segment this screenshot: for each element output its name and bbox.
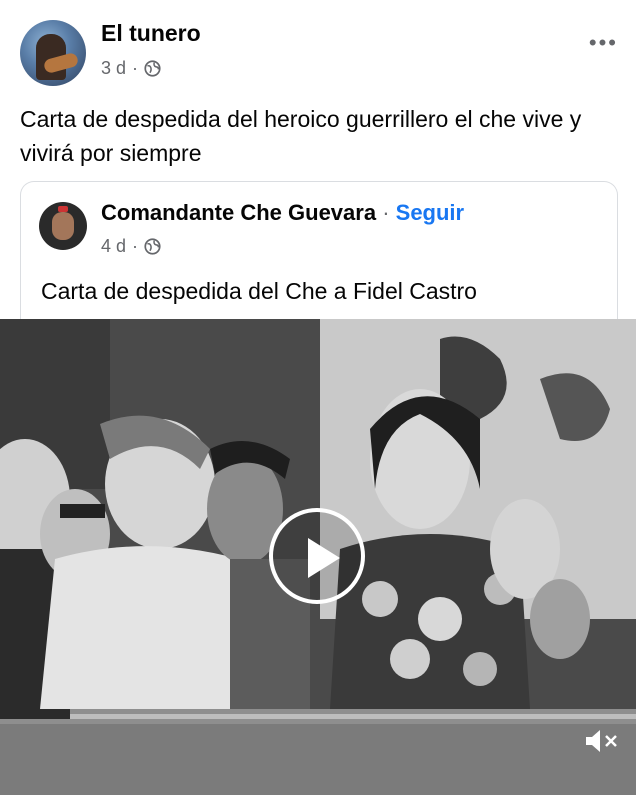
follow-button[interactable]: Seguir bbox=[396, 200, 464, 225]
globe-icon bbox=[144, 238, 161, 255]
avatar-face bbox=[52, 212, 74, 240]
bottom-divider bbox=[0, 795, 636, 800]
separator-dot: · bbox=[376, 200, 396, 225]
shared-author-name[interactable]: Comandante Che Guevara bbox=[101, 200, 376, 225]
play-icon bbox=[308, 538, 340, 578]
shared-author-avatar[interactable] bbox=[39, 202, 87, 250]
globe-icon bbox=[144, 60, 161, 77]
meta-dot: · bbox=[132, 58, 139, 78]
avatar-star bbox=[58, 206, 68, 212]
shared-post-text: Carta de despedida del Che a Fidel Castr… bbox=[41, 278, 477, 304]
author-avatar[interactable] bbox=[20, 20, 86, 86]
post-time[interactable]: 3 d bbox=[101, 58, 126, 79]
shared-author-line: Comandante Che Guevara · Seguir bbox=[101, 200, 464, 226]
shared-post-meta: 4 d · bbox=[101, 236, 161, 257]
author-name[interactable]: El tunero bbox=[101, 20, 201, 47]
meta-dot: · bbox=[132, 236, 139, 256]
play-button[interactable] bbox=[269, 508, 365, 604]
post-header: El tunero 3 d · ••• bbox=[0, 0, 636, 100]
shared-post-time[interactable]: 4 d bbox=[101, 236, 126, 257]
post-text: Carta de despedida del heroico guerrille… bbox=[20, 106, 582, 166]
volume-muted-icon[interactable] bbox=[584, 726, 620, 756]
more-options-button[interactable]: ••• bbox=[589, 30, 618, 56]
post-meta: 3 d · bbox=[101, 58, 161, 79]
